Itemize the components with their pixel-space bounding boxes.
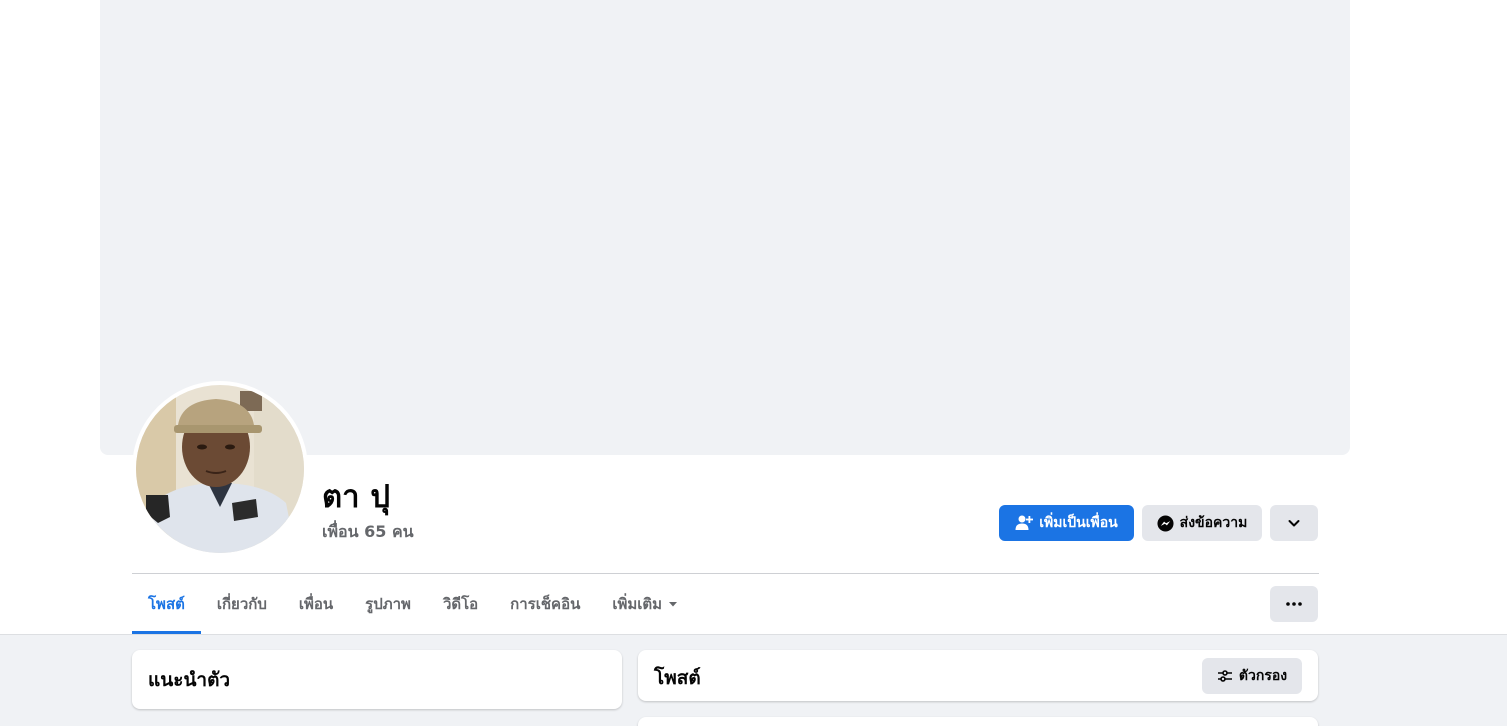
cover-photo[interactable] xyxy=(100,0,1350,455)
caret-down-icon xyxy=(669,602,678,607)
filter-button[interactable]: ตัวกรอง xyxy=(1202,658,1302,694)
filter-icon xyxy=(1217,670,1232,682)
profile-options-button[interactable] xyxy=(1270,586,1318,622)
more-actions-button[interactable] xyxy=(1270,505,1318,541)
intro-title: แนะนำตัว xyxy=(148,669,231,691)
tab-photos[interactable]: รูปภาพ xyxy=(349,574,427,634)
posts-title: โพสต์ xyxy=(654,667,701,689)
profile-tabs: โพสต์ เกี่ยวกับ เพื่อน รูปภาพ วิดีโอ การ… xyxy=(132,574,694,634)
chevron-down-icon xyxy=(1288,520,1300,527)
more-dots-icon xyxy=(1286,602,1302,606)
profile-picture-frame xyxy=(132,381,308,557)
tab-videos[interactable]: วิดีโอ xyxy=(427,574,494,634)
tab-photos-label: รูปภาพ xyxy=(365,595,411,613)
message-label: ส่งข้อความ xyxy=(1179,515,1248,531)
messenger-icon xyxy=(1157,514,1174,532)
filter-label: ตัวกรอง xyxy=(1238,668,1288,684)
tab-checkins-label: การเช็คอิน xyxy=(510,595,581,613)
tab-friends-label: เพื่อน xyxy=(298,595,334,613)
tab-about[interactable]: เกี่ยวกับ xyxy=(201,574,283,634)
posts-card: โพสต์ ตัวกรอง xyxy=(638,650,1318,701)
add-friend-label: เพิ่มเป็นเพื่อน xyxy=(1039,515,1118,531)
profile-name: ตา ปุ xyxy=(322,479,391,515)
profile-page: ตา ปุ เพื่อน 65 คน เพิ่มเป็นเพื่อน ส่งข้… xyxy=(0,0,1507,726)
add-friend-button[interactable]: เพิ่มเป็นเพื่อน xyxy=(999,505,1134,541)
post-card xyxy=(638,717,1318,726)
message-button[interactable]: ส่งข้อความ xyxy=(1142,505,1262,541)
tab-about-label: เกี่ยวกับ xyxy=(216,595,267,613)
tab-more-label: เพิ่มเติม xyxy=(612,595,663,613)
friends-count[interactable]: เพื่อน 65 คน xyxy=(322,520,414,545)
add-friend-icon xyxy=(1015,515,1034,530)
tab-more[interactable]: เพิ่มเติม xyxy=(596,574,694,634)
profile-photo-image xyxy=(136,385,304,553)
profile-picture[interactable] xyxy=(136,385,304,553)
tab-checkins[interactable]: การเช็คอิน xyxy=(494,574,596,634)
tab-videos-label: วิดีโอ xyxy=(442,595,479,613)
intro-card: แนะนำตัว xyxy=(132,650,622,709)
tab-posts-label: โพสต์ xyxy=(148,595,185,613)
tab-posts[interactable]: โพสต์ xyxy=(132,574,201,634)
tab-friends[interactable]: เพื่อน xyxy=(283,574,349,634)
